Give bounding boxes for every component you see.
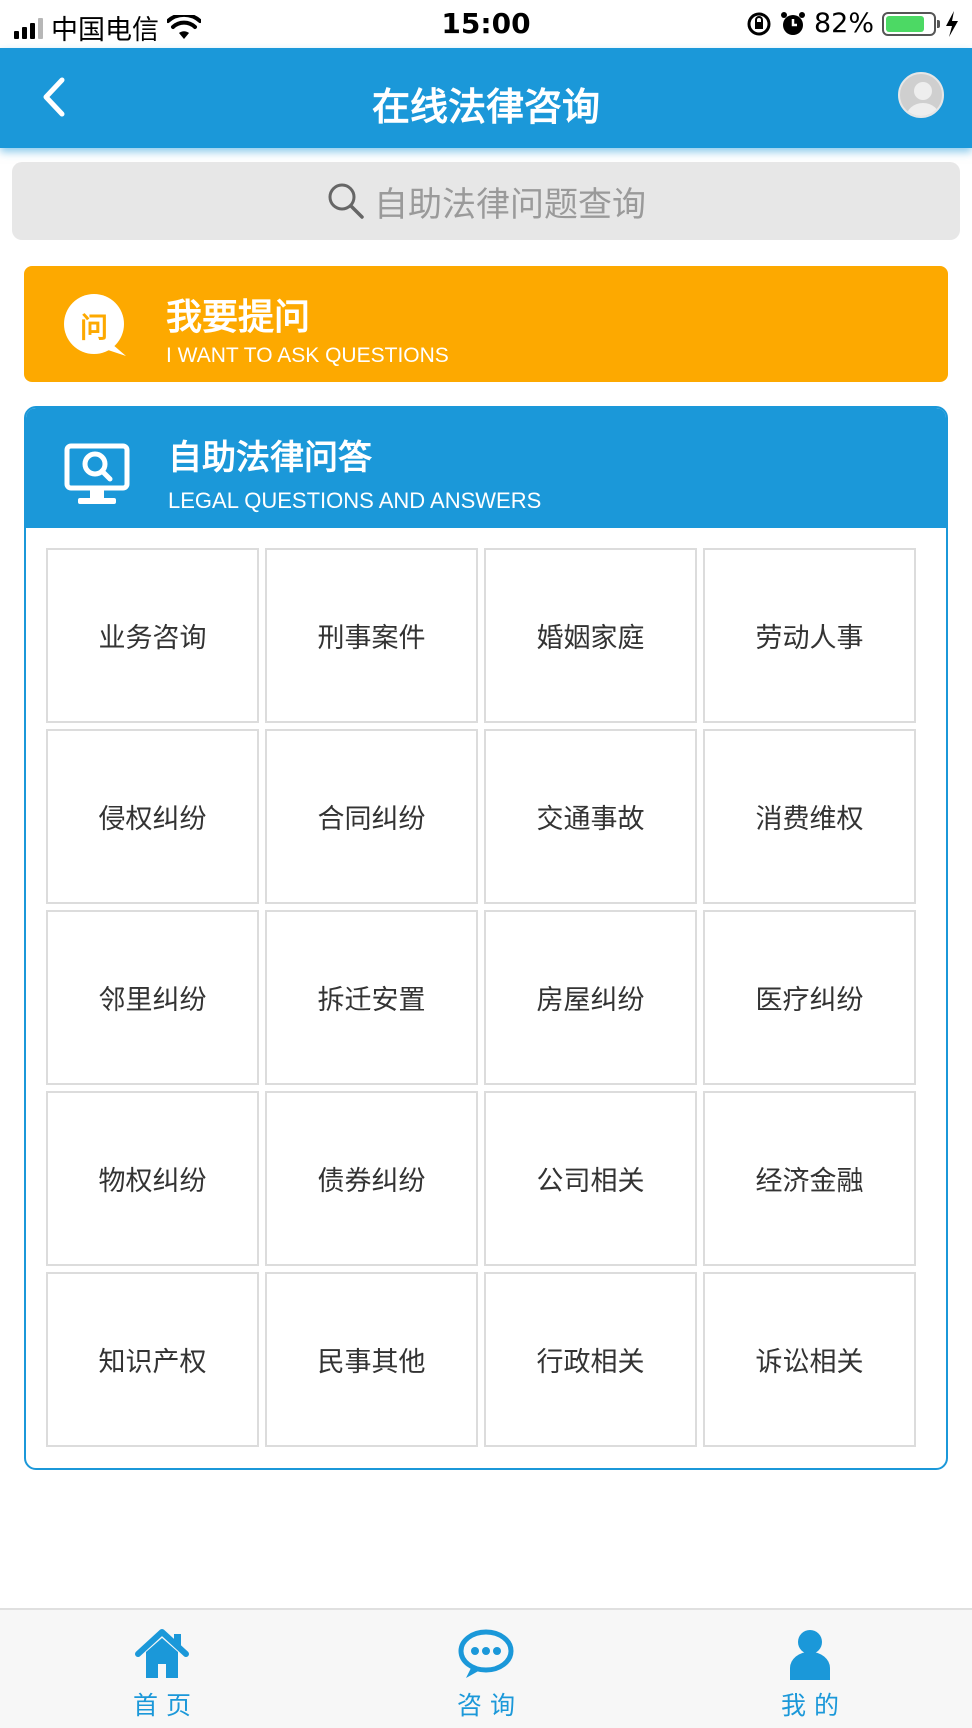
status-bar: 中国电信 15:00 82%: [0, 0, 972, 48]
tab-mine-label: 我 的: [781, 1691, 839, 1720]
charging-bolt-icon: [946, 10, 958, 37]
category-cell[interactable]: 民事其他: [265, 1272, 478, 1447]
battery-icon: [882, 11, 940, 36]
category-grid: 业务咨询 刑事案件 婚姻家庭 劳动人事侵权纠纷 合同纠纷 交通事故 消费维权邻里纠纷 拆迁安置…: [46, 548, 916, 1447]
search-bar[interactable]: 自助法律问题查询: [12, 162, 960, 240]
ask-title: 我要提问: [166, 297, 311, 338]
monitor-search-icon: [64, 443, 130, 504]
user-avatar-icon[interactable]: [898, 72, 944, 118]
tab-home[interactable]: 首 页: [0, 1610, 324, 1728]
home-icon: [135, 1629, 189, 1678]
category-cell[interactable]: 知识产权: [46, 1272, 259, 1447]
category-cell[interactable]: 物权纠纷: [46, 1091, 259, 1266]
category-cell[interactable]: 邻里纠纷: [46, 910, 259, 1085]
tab-consult[interactable]: 咨 询: [324, 1610, 648, 1728]
category-cell[interactable]: 消费维权: [703, 729, 916, 904]
category-cell[interactable]: 债券纠纷: [265, 1091, 478, 1266]
chat-bubble-icon: [458, 1629, 514, 1678]
user-icon: [790, 1630, 830, 1680]
tab-mine[interactable]: 我 的: [648, 1610, 972, 1728]
category-cell[interactable]: 刑事案件: [265, 548, 478, 723]
tab-consult-label: 咨 询: [457, 1691, 515, 1720]
category-cell[interactable]: 房屋纠纷: [484, 910, 697, 1085]
app-header: 在线法律咨询: [0, 48, 972, 148]
legal-qa-subtitle: LEGAL QUESTIONS AND ANSWERS: [168, 488, 542, 513]
legal-qa-section: 自助法律问答 LEGAL QUESTIONS AND ANSWERS 业务咨询刑…: [24, 406, 948, 1470]
legal-qa-title: 自助法律问答: [168, 438, 372, 478]
status-right: 82%: [746, 8, 960, 39]
legal-qa-header: 自助法律问答 LEGAL QUESTIONS AND ANSWERS: [26, 408, 946, 528]
search-placeholder: 自助法律问题查询: [374, 184, 646, 225]
category-cell[interactable]: 行政相关: [484, 1272, 697, 1447]
rotation-lock-icon: [747, 12, 771, 35]
question-bubble-char: 问: [80, 311, 109, 344]
alarm-icon: [780, 11, 805, 35]
category-cell[interactable]: 拆迁安置: [265, 910, 478, 1085]
category-cell[interactable]: 诉讼相关: [703, 1272, 916, 1447]
category-cell[interactable]: 合同纠纷: [265, 729, 478, 904]
category-cell[interactable]: 劳动人事: [703, 548, 916, 723]
category-cell[interactable]: 业务咨询: [46, 548, 259, 723]
search-icon: [328, 183, 364, 219]
battery-percent: 82%: [813, 8, 874, 39]
bottom-tab-bar: 首 页 咨 询 我 的: [0, 1608, 972, 1728]
category-cell[interactable]: 医疗纠纷: [703, 910, 916, 1085]
tab-home-label: 首 页: [133, 1691, 191, 1720]
category-cell[interactable]: 交通事故: [484, 729, 697, 904]
page-title: 在线法律咨询: [371, 85, 600, 129]
category-cell[interactable]: 经济金融: [703, 1091, 916, 1266]
ask-question-banner[interactable]: 问 我要提问 I WANT TO ASK QUESTIONS: [24, 266, 948, 382]
category-cell[interactable]: 婚姻家庭: [484, 548, 697, 723]
category-cell[interactable]: 侵权纠纷: [46, 729, 259, 904]
ask-subtitle: I WANT TO ASK QUESTIONS: [166, 344, 449, 367]
battery-fill: [886, 15, 924, 32]
category-cell[interactable]: 公司相关: [484, 1091, 697, 1266]
